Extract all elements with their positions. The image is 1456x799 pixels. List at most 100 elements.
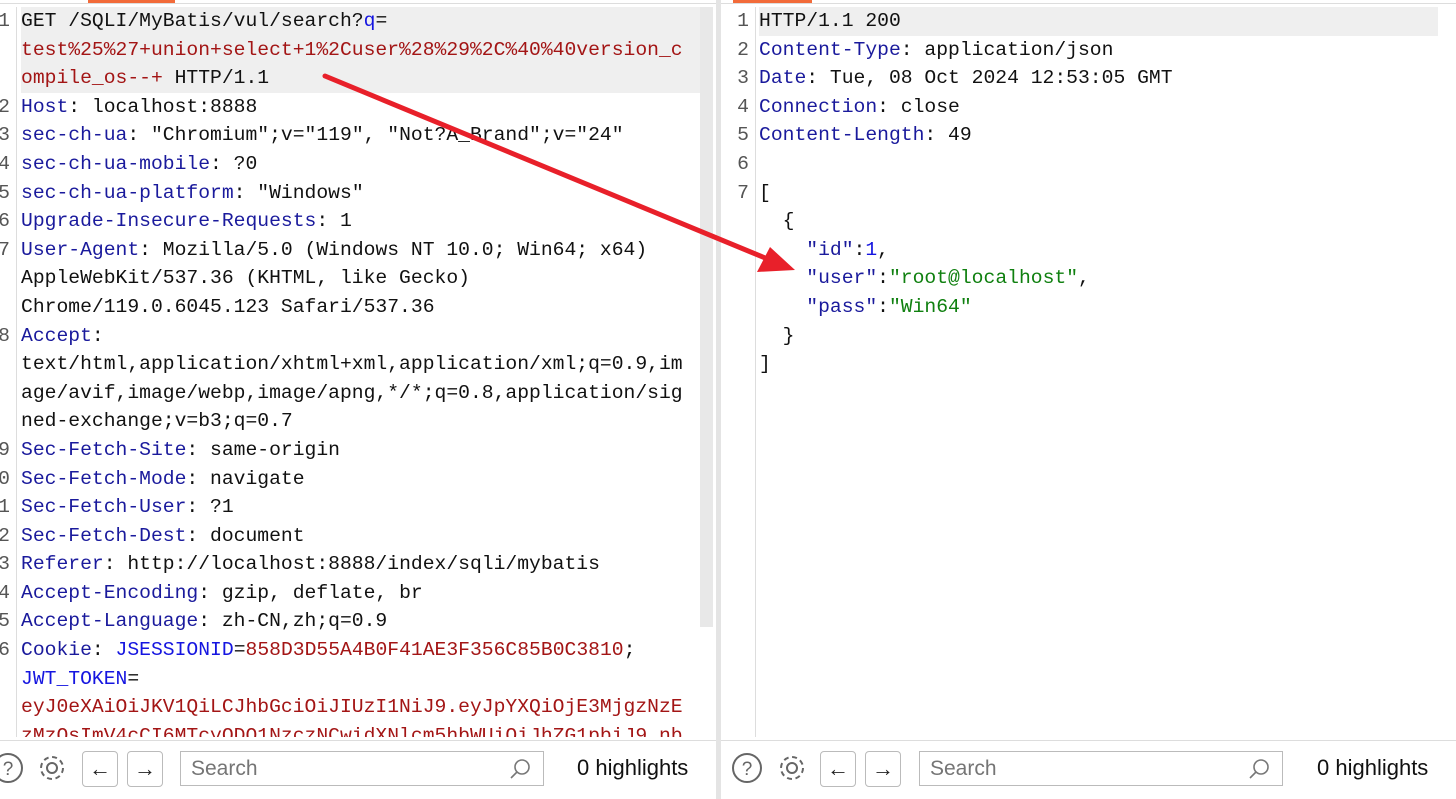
code-line: AppleWebKit/537.36 (KHTML, like Gecko) xyxy=(0,264,716,293)
code-line: 5 Content-Length: 49 xyxy=(721,121,1456,150)
forward-button[interactable]: → xyxy=(865,751,901,787)
search-box[interactable] xyxy=(919,751,1283,786)
help-icon[interactable]: ? xyxy=(730,751,764,785)
code-line: 3 Date: Tue, 08 Oct 2024 12:53:05 GMT xyxy=(721,64,1456,93)
code-line: eyJ0eXAiOiJKV1QiLCJhbGciOiJIUzI1NiJ9.eyJ… xyxy=(0,693,716,722)
line-text: JWT_TOKEN= xyxy=(21,665,700,694)
token: , xyxy=(1078,267,1090,290)
token: GET /SQLI/MyBatis/vul/search? xyxy=(21,10,364,32)
code-line: ned-exchange;v=b3;q=0.7 xyxy=(0,407,716,436)
token: { xyxy=(759,210,795,233)
token: "Win64" xyxy=(888,295,972,318)
code-line: 1 GET /SQLI/MyBatis/vul/search?q= xyxy=(0,7,716,36)
token: sec-ch-ua xyxy=(21,124,128,147)
line-text: [ xyxy=(759,179,1438,208)
highlights-count: 0 highlights xyxy=(577,755,689,780)
token: ned-exchange;v=b3;q=0.7 xyxy=(21,410,293,433)
line-number: 13 xyxy=(0,553,10,576)
line-text: Accept-Language: zh-CN,zh;q=0.9 xyxy=(21,607,700,636)
token: : zh-CN,zh;q=0.9 xyxy=(198,610,388,633)
token: Chrome/119.0.6045.123 Safari/537.36 xyxy=(21,295,435,318)
code-line: Chrome/119.0.6045.123 Safari/537.36 xyxy=(0,293,716,322)
token: = xyxy=(233,639,246,662)
line-text: zMzQsImV4cCI6MTcyODQ1NzczNCwidXNlcm5hbWU… xyxy=(21,722,700,737)
token: Sec-Fetch-Mode xyxy=(21,467,187,490)
code-line: "id":1, xyxy=(721,236,1456,265)
gear-icon[interactable] xyxy=(35,751,69,785)
line-text: sec-ch-ua-mobile: ?0 xyxy=(21,150,700,179)
code-line: 2 Host: localhost:8888 xyxy=(0,93,716,122)
token: : navigate xyxy=(186,467,305,490)
line-text: Connection: close xyxy=(759,93,1438,122)
code-line: 13 Referer: http://localhost:8888/index/s… xyxy=(0,550,716,579)
code-line: 8 Accept: xyxy=(0,322,716,351)
line-text: Sec-Fetch-Site: same-origin xyxy=(21,436,700,465)
line-number: 6 xyxy=(737,152,749,175)
search-input[interactable] xyxy=(930,757,1230,781)
code-line: 7[ xyxy=(721,179,1456,208)
token: HTTP/1.1 xyxy=(162,67,270,90)
code-line: 6 xyxy=(721,150,1456,179)
back-button[interactable]: ← xyxy=(82,751,118,787)
line-number: 4 xyxy=(0,152,10,175)
code-line: 14 Accept-Encoding: gzip, deflate, br xyxy=(0,579,716,608)
request-editor[interactable]: 1 GET /SQLI/MyBatis/vul/search?q= test%25%… xyxy=(0,7,716,737)
token: Referer xyxy=(21,553,104,576)
token: Accept-Language xyxy=(21,610,199,633)
token: : Tue, 08 Oct 2024 12:53:05 GMT xyxy=(806,67,1173,90)
svg-text:?: ? xyxy=(742,759,753,780)
highlights-count: 0 highlights xyxy=(1317,755,1429,780)
line-number: 3 xyxy=(0,124,10,147)
token: = xyxy=(127,667,140,690)
token: Content-Type xyxy=(759,38,901,61)
gear-icon[interactable] xyxy=(775,751,809,785)
code-line: } xyxy=(721,322,1456,351)
token: Sec-Fetch-Dest xyxy=(21,524,187,547)
back-button[interactable]: ← xyxy=(820,751,856,787)
token: 1 xyxy=(865,238,878,261)
code-line: 4 Connection: close xyxy=(721,93,1456,122)
token: sec-ch-ua-mobile xyxy=(21,152,211,175)
token: , xyxy=(877,238,889,261)
line-text: Sec-Fetch-Mode: navigate xyxy=(21,465,700,494)
forward-button[interactable]: → xyxy=(127,751,163,787)
line-text: User-Agent: Mozilla/5.0 (Windows NT 10.0… xyxy=(21,236,700,265)
line-text: HTTP/1.1 200 xyxy=(759,7,1438,36)
request-footer: ? ← → 0 highlights xyxy=(0,740,716,799)
line-text: age/avif,image/webp,image/apng,*/*;q=0.8… xyxy=(21,379,700,408)
line-number: 11 xyxy=(0,496,10,519)
token: : ?1 xyxy=(186,496,234,519)
code-line: "user":"root@localhost", xyxy=(721,264,1456,293)
search-icon xyxy=(1248,757,1270,790)
line-text: { xyxy=(759,207,1438,236)
line-text: } xyxy=(759,322,1438,351)
line-number: 7 xyxy=(0,238,10,261)
line-text: Sec-Fetch-User: ?1 xyxy=(21,493,700,522)
token: JWT_TOKEN xyxy=(21,667,128,690)
line-number: 8 xyxy=(0,324,10,347)
help-icon[interactable]: ? xyxy=(0,751,25,785)
token: : application/json xyxy=(900,38,1114,61)
line-text: AppleWebKit/537.36 (KHTML, like Gecko) xyxy=(21,264,700,293)
line-number: 1 xyxy=(737,10,749,32)
line-text: Date: Tue, 08 Oct 2024 12:53:05 GMT xyxy=(759,64,1438,93)
search-input[interactable] xyxy=(191,757,491,781)
line-number: 5 xyxy=(0,181,10,204)
token: ompile_os--+ xyxy=(21,67,163,90)
code-line: zMzQsImV4cCI6MTcyODQ1NzczNCwidXNlcm5hbWU… xyxy=(0,722,716,737)
token: Host xyxy=(21,95,69,118)
line-number: 16 xyxy=(0,639,10,662)
search-box[interactable] xyxy=(180,751,544,786)
line-text: Cookie: JSESSIONID=858D3D55A4B0F41AE3F35… xyxy=(21,636,700,665)
response-editor[interactable]: 1 HTTP/1.1 200 2 Content-Type: application/… xyxy=(721,7,1456,737)
code-line: 6 Upgrade-Insecure-Requests: 1 xyxy=(0,207,716,236)
token: "root@localhost" xyxy=(888,267,1079,290)
line-number: 1 xyxy=(0,10,10,32)
token: Date xyxy=(759,67,807,90)
token: "user" xyxy=(759,267,878,290)
token: : xyxy=(91,639,116,662)
line-number: 12 xyxy=(0,524,10,547)
token: text/html,application/xhtml+xml,applicat… xyxy=(21,353,683,376)
code-line: 16 Cookie: JSESSIONID=858D3D55A4B0F41AE3F… xyxy=(0,636,716,665)
code-line: 12 Sec-Fetch-Dest: document xyxy=(0,522,716,551)
